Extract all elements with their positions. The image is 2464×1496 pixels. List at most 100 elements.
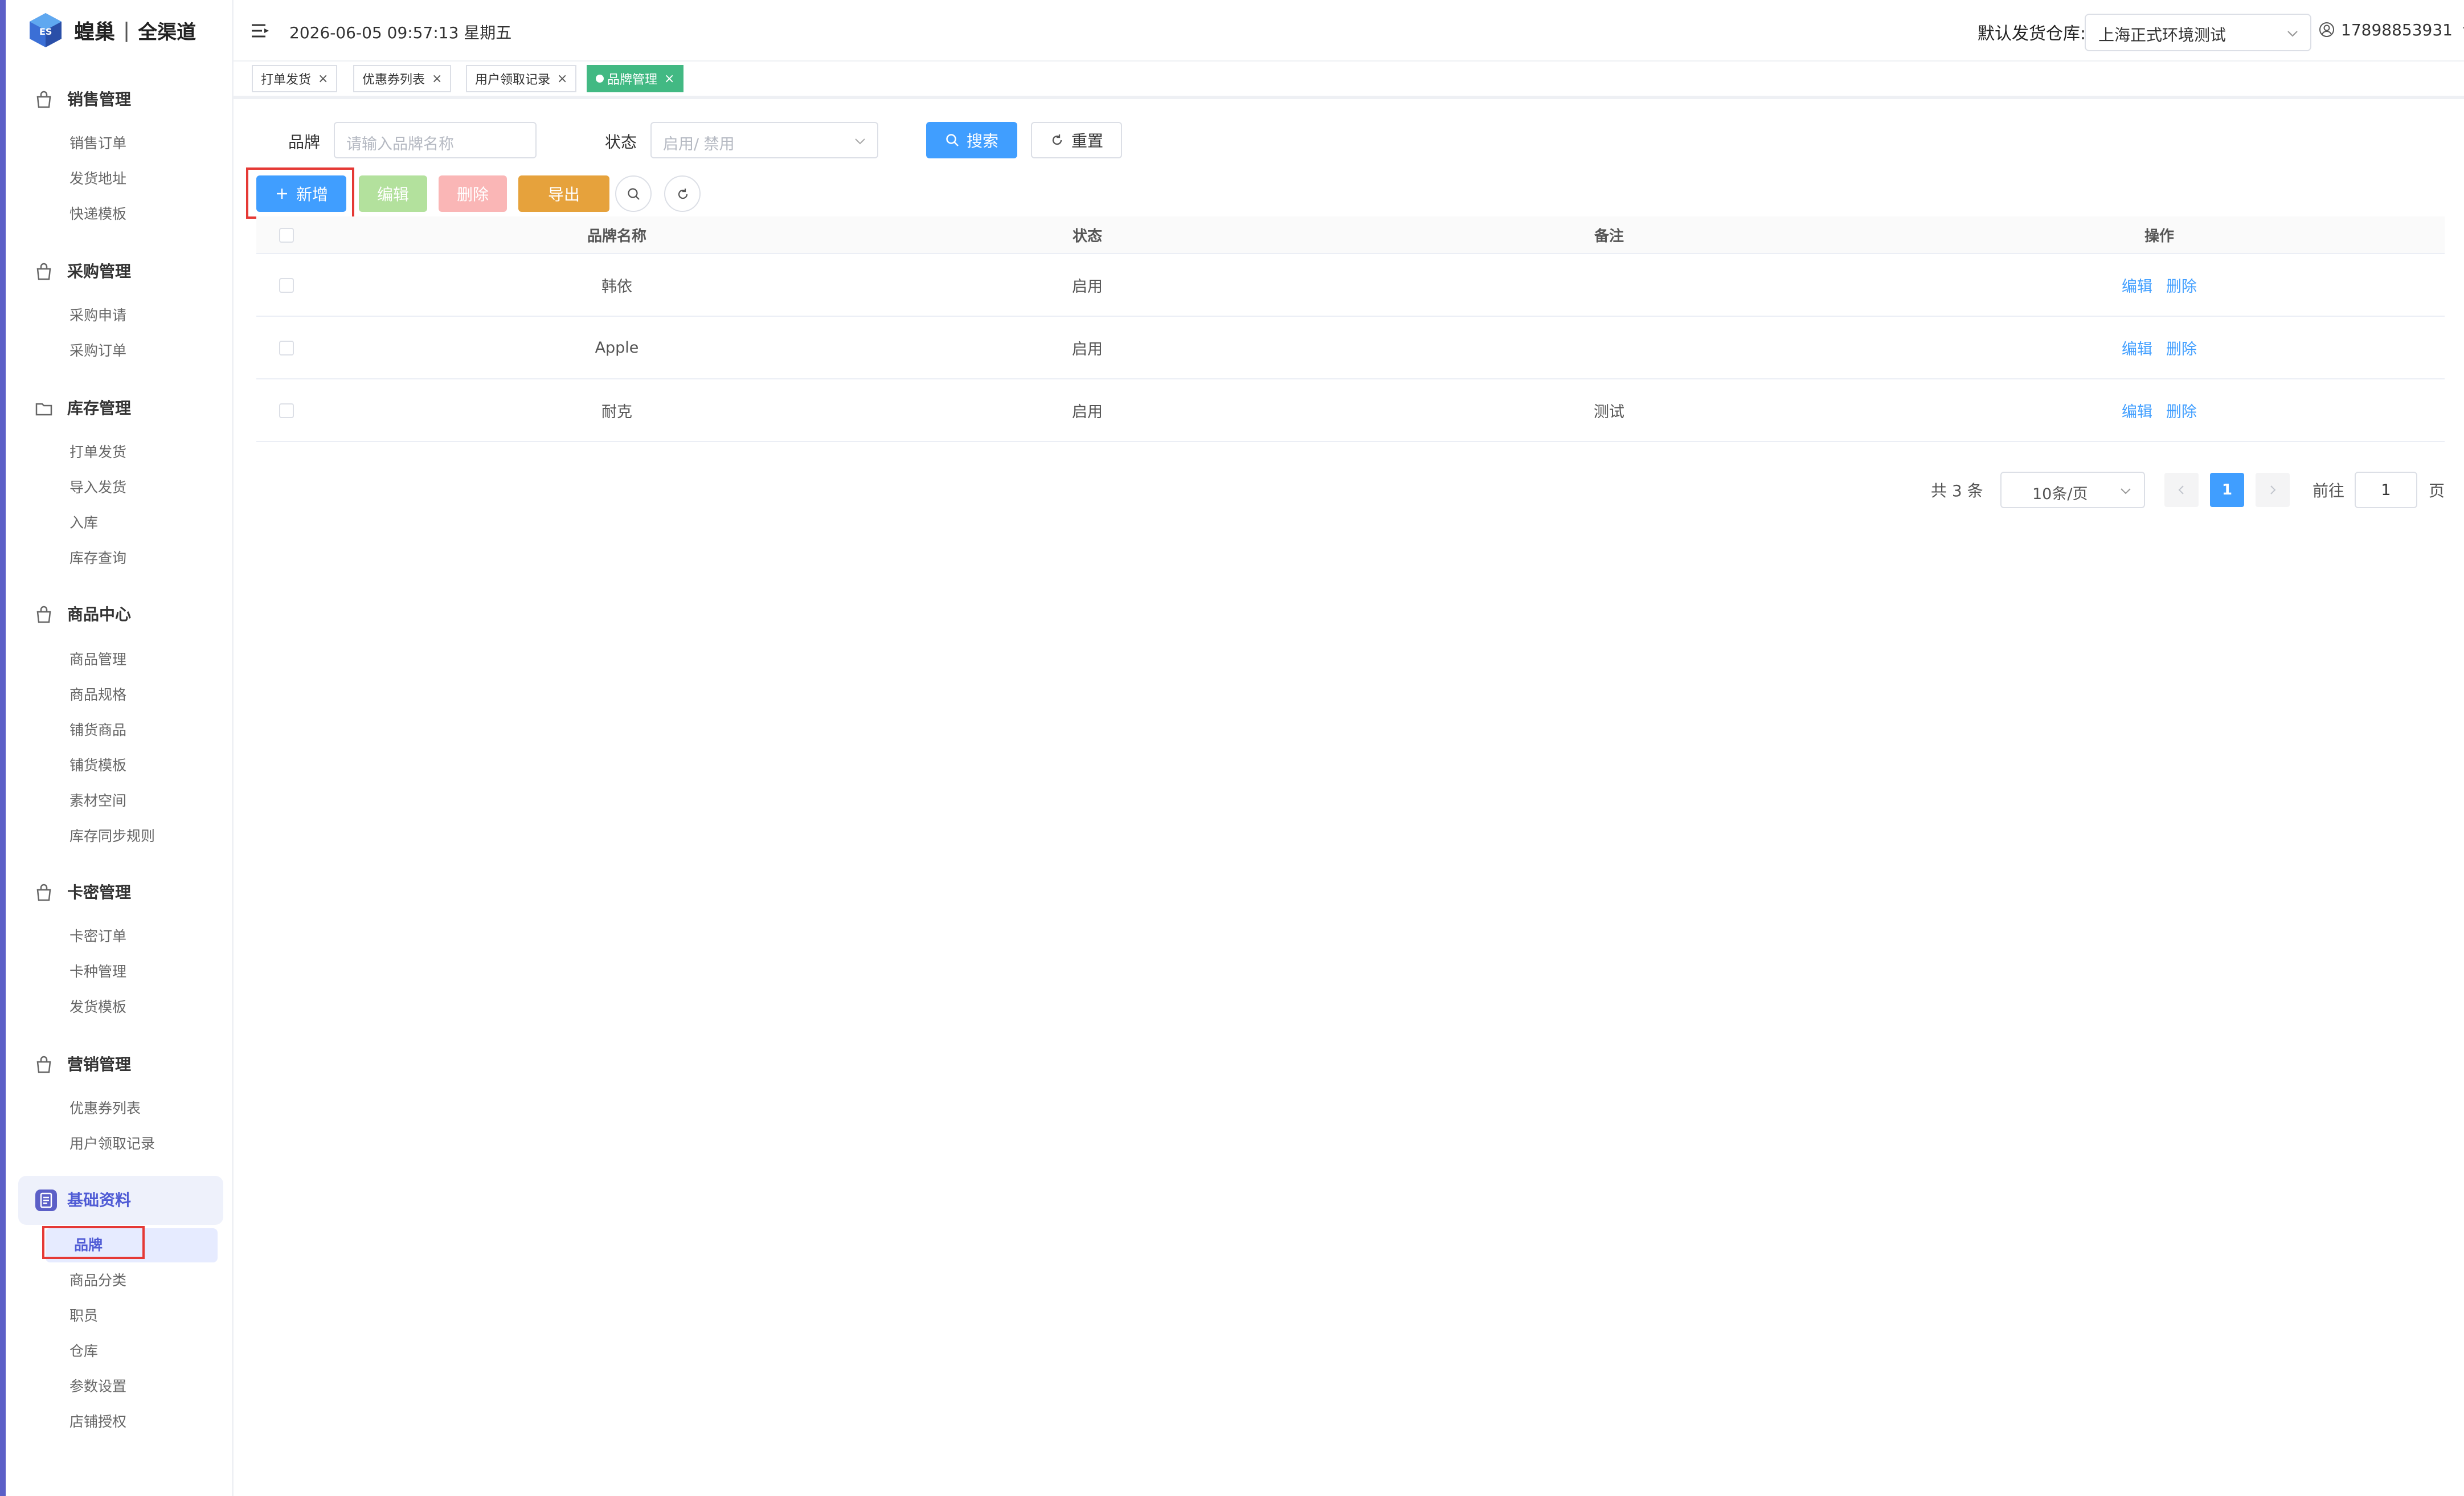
export-button-label: 导出	[547, 185, 580, 204]
select-all-checkbox[interactable]	[279, 228, 294, 243]
chevron-down-icon	[2287, 31, 2298, 37]
row-delete-link[interactable]: 删除	[2166, 399, 2197, 422]
sidebar-group-purchase[interactable]: 采购管理	[6, 252, 232, 292]
highlight-box-add	[246, 167, 354, 219]
sidebar-group-basic-data[interactable]: 基础资料	[18, 1176, 223, 1225]
sidebar-group-card-management[interactable]: 卡密管理	[6, 873, 232, 913]
sidebar-item-express-template[interactable]: 快递模板	[69, 202, 126, 227]
sidebar-item-sales-orders[interactable]: 销售订单	[69, 131, 126, 156]
sidebar-group-marketing[interactable]: 营销管理	[6, 1045, 232, 1085]
cube-logo-icon: ES	[30, 13, 62, 47]
sidebar-item-stock-query[interactable]: 库存查询	[69, 546, 126, 571]
tab-print-ship[interactable]: 打单发货 ×	[252, 65, 338, 92]
sidebar-item-warehouse[interactable]: 仓库	[69, 1339, 98, 1364]
reset-button-label: 重置	[1071, 132, 1103, 150]
table-row: Apple 启用 编辑 删除	[256, 317, 2445, 379]
cell-actions: 编辑 删除	[1884, 254, 2434, 316]
status-select[interactable]: 启用/ 禁用	[650, 122, 878, 158]
page-size-select[interactable]: 10条/页	[2000, 472, 2145, 508]
sidebar-item-listing-template[interactable]: 铺货模板	[69, 753, 126, 778]
sidebar-item-stock-in[interactable]: 入库	[69, 510, 98, 536]
sidebar-item-card-orders[interactable]: 卡密订单	[69, 924, 126, 949]
search-button[interactable]: 搜索	[926, 122, 1017, 158]
refresh-icon	[1052, 134, 1062, 145]
bag-icon	[36, 263, 51, 280]
tab-user-claim-records[interactable]: 用户领取记录 ×	[466, 65, 577, 92]
sidebar-item-parameter-settings[interactable]: 参数设置	[69, 1374, 126, 1399]
tab-coupon-list[interactable]: 优惠券列表 ×	[353, 65, 452, 92]
row-checkbox[interactable]	[279, 403, 294, 418]
tags-view-bar: 打单发货 × 优惠券列表 × 用户领取记录 × 品牌管理 ×	[234, 62, 2464, 99]
cell-actions: 编辑 删除	[1884, 379, 2434, 441]
sidebar-item-print-ship[interactable]: 打单发货	[69, 440, 126, 465]
left-accent-bar	[0, 0, 6, 1496]
tab-label: 打单发货	[261, 73, 312, 87]
sidebar-group-sales[interactable]: 销售管理	[6, 80, 232, 120]
table-header: 品牌名称 状态 备注 操作	[256, 216, 2445, 254]
sidebar-group-inventory[interactable]: 库存管理	[6, 389, 232, 428]
close-icon[interactable]: ×	[318, 72, 328, 86]
svg-text:ES: ES	[39, 26, 52, 37]
row-edit-link[interactable]: 编辑	[2122, 399, 2152, 422]
reset-button[interactable]: 重置	[1031, 122, 1122, 158]
sidebar-item-shipping-address[interactable]: 发货地址	[69, 166, 126, 191]
document-icon	[35, 1190, 57, 1211]
row-delete-link[interactable]: 删除	[2166, 274, 2197, 296]
sidebar-group-label: 采购管理	[67, 262, 132, 281]
tab-brand-management[interactable]: 品牌管理 ×	[587, 65, 684, 92]
page-number-current[interactable]: 1	[2210, 473, 2244, 507]
sidebar-group-label: 库存管理	[67, 399, 132, 418]
chevron-down-icon	[855, 138, 865, 145]
sidebar-item-product-category[interactable]: 商品分类	[69, 1268, 126, 1293]
search-icon	[628, 188, 640, 200]
sidebar-item-user-claim-records[interactable]: 用户领取记录	[69, 1131, 155, 1156]
chevron-left-icon	[2178, 485, 2184, 494]
sidebar-item-card-types[interactable]: 卡种管理	[69, 959, 126, 984]
next-page-button[interactable]	[2256, 473, 2290, 507]
search-icon	[946, 134, 959, 146]
sidebar-item-coupon-list[interactable]: 优惠券列表	[69, 1096, 141, 1121]
sidebar-item-import-ship[interactable]: 导入发货	[69, 475, 126, 500]
row-edit-link[interactable]: 编辑	[2122, 274, 2152, 296]
sidebar-item-stock-sync-rules[interactable]: 库存同步规则	[69, 824, 155, 849]
sidebar-item-store-authorization[interactable]: 店铺授权	[69, 1409, 126, 1434]
sidebar-item-purchase-order[interactable]: 采购订单	[69, 338, 126, 363]
hamburger-menu-icon[interactable]	[251, 23, 270, 39]
row-checkbox[interactable]	[279, 341, 294, 355]
cell-brand-name: Apple	[595, 338, 639, 357]
sidebar-item-delivery-template[interactable]: 发货模板	[69, 995, 126, 1020]
sidebar-item-product-spec[interactable]: 商品规格	[69, 682, 126, 708]
bag-icon	[36, 606, 51, 623]
row-checkbox[interactable]	[279, 278, 294, 293]
warehouse-label: 默认发货仓库:	[1978, 24, 2086, 44]
row-delete-link[interactable]: 删除	[2166, 337, 2197, 359]
sidebar-item-product-management[interactable]: 商品管理	[69, 647, 126, 672]
edit-button[interactable]: 编辑	[359, 175, 427, 212]
toggle-search-button[interactable]	[615, 175, 652, 212]
delete-button[interactable]: 删除	[439, 175, 507, 212]
sidebar-item-material-space[interactable]: 素材空间	[69, 788, 126, 814]
tab-label: 品牌管理	[607, 73, 658, 87]
logo[interactable]: ES 蝗巢 | 全渠道	[28, 10, 196, 50]
prev-page-button[interactable]	[2164, 473, 2199, 507]
sidebar-group-label: 销售管理	[67, 90, 132, 109]
brand-input-placeholder: 请输入品牌名称	[346, 136, 454, 153]
warehouse-select[interactable]: 上海正式环境测试	[2085, 14, 2311, 51]
goto-page-input[interactable]: 1	[2355, 472, 2417, 508]
close-icon[interactable]: ×	[664, 72, 674, 86]
sidebar-item-purchase-request[interactable]: 采购申请	[69, 303, 126, 328]
cell-status: 启用	[1072, 403, 1103, 421]
sidebar-item-listed-products[interactable]: 铺货商品	[69, 718, 126, 743]
row-edit-link[interactable]: 编辑	[2122, 337, 2152, 359]
sidebar-item-staff[interactable]: 职员	[69, 1303, 98, 1329]
refresh-table-button[interactable]	[664, 175, 701, 212]
export-button[interactable]: 导出	[518, 175, 609, 212]
close-icon[interactable]: ×	[557, 72, 567, 86]
page-suffix-label: 页	[2429, 481, 2445, 500]
bag-icon	[36, 1056, 51, 1073]
user-menu[interactable]: 17898853931	[2318, 17, 2464, 42]
close-icon[interactable]: ×	[432, 72, 442, 86]
sidebar-group-product-center[interactable]: 商品中心	[6, 595, 232, 635]
bag-icon	[36, 884, 51, 901]
brand-name-input[interactable]: 请输入品牌名称	[334, 122, 537, 158]
